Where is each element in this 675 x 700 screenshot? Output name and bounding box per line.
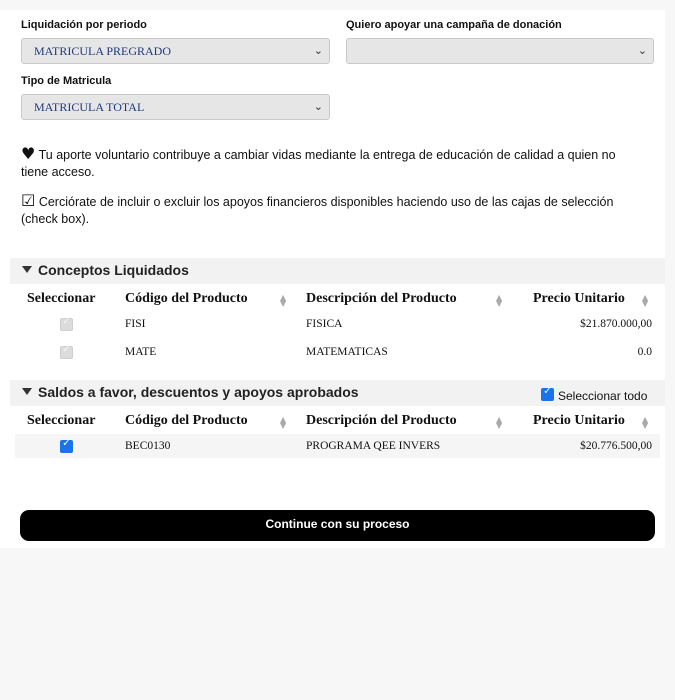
- campana-select[interactable]: ⌄: [346, 38, 654, 64]
- sort-icon[interactable]: ▲ ▼: [496, 416, 502, 430]
- conceptos-title: Conceptos Liquidados: [38, 262, 189, 278]
- sort-icon[interactable]: ▲ ▼: [280, 416, 286, 430]
- chevron-down-icon: ⌄: [313, 100, 323, 113]
- periodo-select[interactable]: MATRICULA PREGRADO ⌄: [21, 38, 330, 64]
- saldos-title: Saldos a favor, descuentos y apoyos apro…: [38, 384, 359, 400]
- col-header-codigo[interactable]: Código del Producto: [125, 413, 248, 429]
- sort-icon[interactable]: ▲ ▼: [642, 294, 648, 308]
- campana-label: Quiero apoyar una campaña de donación: [346, 19, 562, 31]
- row-checkbox[interactable]: ✓: [60, 438, 73, 453]
- collapse-triangle-icon: [22, 388, 32, 395]
- row-desc: FISICA: [306, 318, 343, 330]
- checkmark-icon: ✓: [62, 316, 71, 327]
- row-code: FISI: [125, 318, 146, 330]
- row-desc: PROGRAMA QEE INVERS: [306, 440, 441, 452]
- aporte-note: ♥ Tu aporte voluntario contribuye a camb…: [21, 145, 646, 181]
- sort-icon[interactable]: ▲ ▼: [496, 294, 502, 308]
- col-header-precio[interactable]: Precio Unitario: [533, 291, 625, 307]
- conceptos-section-header[interactable]: Conceptos Liquidados: [10, 258, 665, 284]
- row-checkbox[interactable]: ✓: [60, 344, 73, 359]
- col-header-descripcion[interactable]: Descripción del Producto: [306, 291, 457, 307]
- continue-button[interactable]: Continue con su proceso: [20, 510, 655, 541]
- col-header-seleccionar: Seleccionar: [27, 413, 96, 428]
- chevron-down-icon: ⌄: [313, 44, 323, 57]
- periodo-label: Liquidación por periodo: [21, 19, 147, 31]
- row-price: 0.0: [637, 346, 652, 358]
- checkmark-icon: ✓: [62, 344, 71, 355]
- tipo-matricula-select-value: MATRICULA TOTAL: [34, 100, 145, 114]
- tipo-matricula-label: Tipo de Matricula: [21, 75, 112, 87]
- periodo-select-value: MATRICULA PREGRADO: [34, 44, 172, 58]
- col-header-descripcion[interactable]: Descripción del Producto: [306, 413, 457, 429]
- heart-icon: ♥: [21, 144, 36, 163]
- col-header-seleccionar: Seleccionar: [27, 291, 96, 306]
- row-code: MATE: [125, 346, 157, 358]
- col-header-precio[interactable]: Precio Unitario: [533, 413, 625, 429]
- chevron-down-icon: ⌄: [637, 44, 647, 57]
- collapse-triangle-icon: [22, 266, 32, 273]
- checkbox-icon: ☑: [21, 191, 36, 210]
- row-desc: MATEMATICAS: [306, 346, 388, 358]
- row-code: BEC0130: [125, 440, 171, 452]
- checkmark-icon: ✓: [62, 438, 71, 449]
- tipo-matricula-select[interactable]: MATRICULA TOTAL ⌄: [21, 94, 330, 120]
- row-price: $20.776.500,00: [580, 440, 652, 452]
- aporte-note-text: Tu aporte voluntario contribuye a cambia…: [21, 148, 616, 179]
- row-checkbox[interactable]: ✓: [60, 316, 73, 331]
- sort-icon[interactable]: ▲ ▼: [642, 416, 648, 430]
- check-note-text: Cerciórate de incluir o excluir los apoy…: [21, 195, 614, 226]
- checkmark-icon: ✓: [543, 386, 552, 397]
- col-header-codigo[interactable]: Código del Producto: [125, 291, 248, 307]
- select-all-checkbox[interactable]: ✓: [541, 386, 554, 401]
- select-all-label[interactable]: Seleccionar todo: [558, 389, 647, 403]
- top-strip: [0, 0, 675, 10]
- check-note: ☑ Cerciórate de incluir o excluir los ap…: [21, 192, 646, 228]
- row-price: $21.870.000,00: [580, 318, 652, 330]
- sort-icon[interactable]: ▲ ▼: [280, 294, 286, 308]
